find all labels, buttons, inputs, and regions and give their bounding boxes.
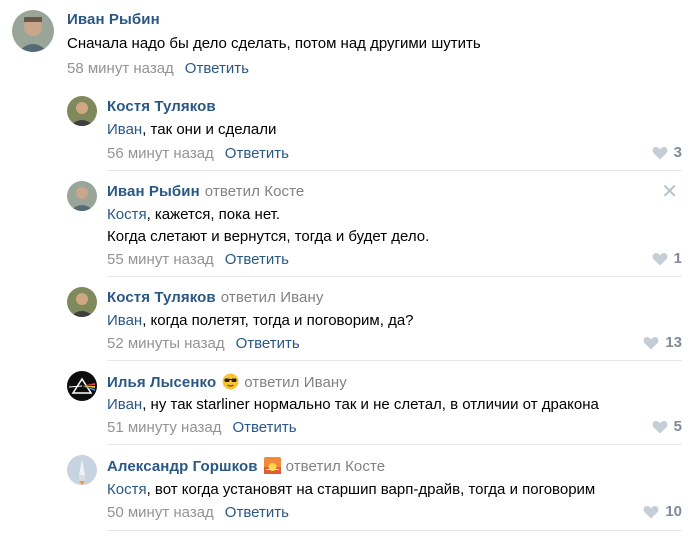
divider	[107, 170, 682, 171]
comment-meta: 58 минут назад Ответить	[67, 60, 249, 77]
reply-link[interactable]: Ответить	[232, 419, 296, 436]
reply-to-label[interactable]: ответил Ивану	[221, 289, 324, 306]
divider	[107, 276, 682, 277]
comment-text: Сначала надо бы дело сделать, потом над …	[67, 35, 481, 52]
comment-meta: 52 минуты назад Ответить	[107, 335, 300, 352]
comment-time[interactable]: 55 минут назад	[107, 251, 214, 268]
like-button[interactable]: 10	[643, 503, 682, 520]
like-button[interactable]: 5	[652, 418, 682, 435]
comment-time[interactable]: 56 минут назад	[107, 145, 214, 162]
heart-icon	[652, 252, 668, 265]
heart-icon	[652, 420, 668, 433]
divider	[107, 530, 682, 531]
reply-to-label[interactable]: ответил Косте	[205, 183, 305, 200]
like-count: 5	[673, 418, 682, 435]
comment-text: Иван, ну так starliner нормально так и н…	[107, 396, 599, 413]
comment-author[interactable]: Иван Рыбин ответил Косте	[107, 183, 304, 200]
comment-text: Костя, кажется, пока нет.	[107, 206, 281, 223]
like-button[interactable]: 1	[652, 250, 682, 267]
heart-icon	[652, 146, 668, 159]
reply-link[interactable]: Ответить	[225, 251, 289, 268]
heart-icon	[643, 336, 659, 349]
comment-text: Костя, вот когда установят на старшип ва…	[107, 481, 596, 498]
like-button[interactable]: 13	[643, 334, 682, 351]
comment-text: Иван, когда полетят, тогда и поговорим, …	[107, 312, 414, 329]
close-icon[interactable]: ✕	[661, 182, 678, 202]
reply-link[interactable]: Ответить	[225, 145, 289, 162]
reply-to-label[interactable]: ответил Косте	[286, 458, 386, 475]
reply-link[interactable]: Ответить	[185, 60, 249, 77]
divider	[107, 444, 682, 445]
sunglasses-emoji-icon	[222, 373, 239, 394]
reply-link[interactable]: Ответить	[236, 335, 300, 352]
avatar[interactable]	[67, 96, 97, 126]
mention-link[interactable]: Иван	[107, 312, 142, 329]
mention-link[interactable]: Костя	[107, 206, 147, 223]
comment-meta: 55 минут назад Ответить	[107, 251, 289, 268]
reply-to-label[interactable]: ответил Ивану	[244, 374, 347, 391]
like-count: 1	[673, 250, 682, 267]
heart-icon	[643, 505, 659, 518]
comment-author[interactable]: Костя Туляков	[107, 98, 216, 115]
mention-link[interactable]: Костя	[107, 481, 147, 498]
like-count: 3	[673, 144, 682, 161]
comment-meta: 56 минут назад Ответить	[107, 145, 289, 162]
sunset-emoji-icon	[263, 457, 281, 478]
reply-link[interactable]: Ответить	[225, 504, 289, 521]
comment-time[interactable]: 58 минут назад	[67, 60, 174, 77]
avatar[interactable]	[67, 455, 97, 485]
like-count: 13	[665, 334, 682, 351]
comment-author[interactable]: Иван Рыбин	[67, 11, 160, 28]
mention-link[interactable]: Иван	[107, 121, 142, 138]
avatar[interactable]	[67, 287, 97, 317]
mention-link[interactable]: Иван	[107, 396, 142, 413]
comment-time[interactable]: 51 минуту назад	[107, 419, 221, 436]
like-button[interactable]: 3	[652, 144, 682, 161]
comment-meta: 50 минут назад Ответить	[107, 504, 289, 521]
comment-author[interactable]: Илья Лысенко ответил Ивану	[107, 373, 347, 394]
comment-text-line: Когда слетают и вернутся, тогда и будет …	[107, 228, 430, 245]
comment-time[interactable]: 52 минуты назад	[107, 335, 225, 352]
comment-time[interactable]: 50 минут назад	[107, 504, 214, 521]
comment-text: Иван, так они и сделали	[107, 121, 277, 138]
comment-author[interactable]: Александр Горшков ответил Косте	[107, 457, 385, 478]
like-count: 10	[665, 503, 682, 520]
avatar[interactable]	[12, 10, 54, 52]
divider	[107, 360, 682, 361]
avatar[interactable]	[67, 181, 97, 211]
comments-thread: Иван Рыбин Сначала надо бы дело сделать,…	[0, 0, 696, 538]
comment-meta: 51 минуту назад Ответить	[107, 419, 297, 436]
avatar[interactable]	[67, 371, 97, 401]
comment-author[interactable]: Костя Туляков ответил Ивану	[107, 289, 323, 306]
